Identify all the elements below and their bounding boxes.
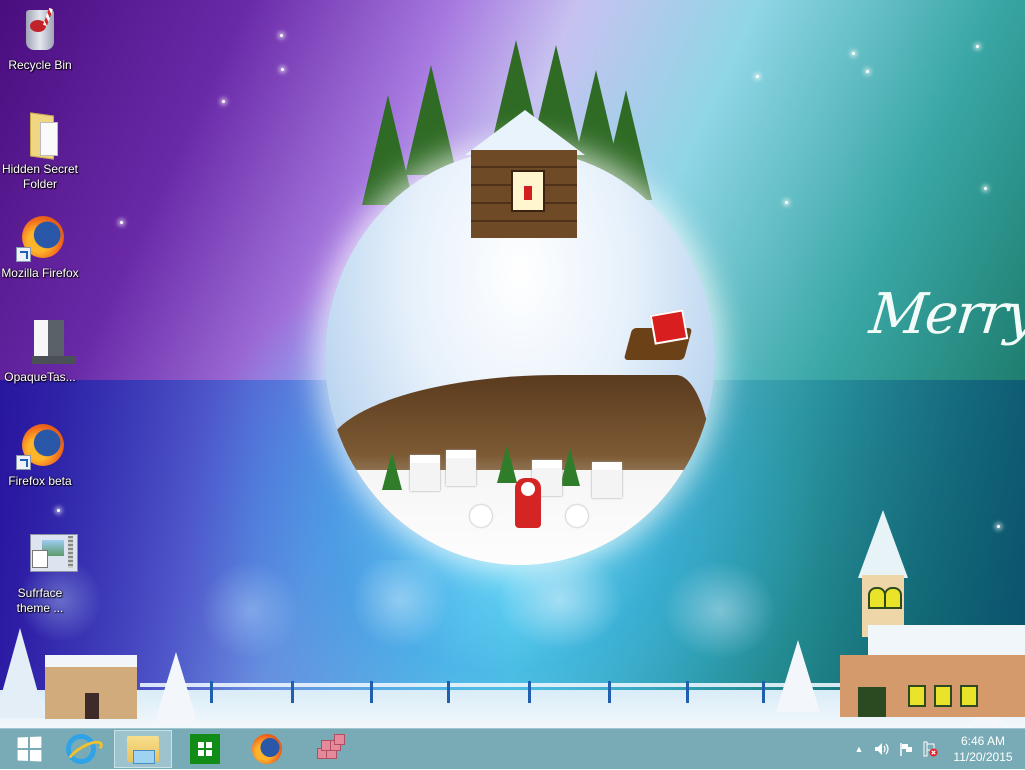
desktop-icon-firefox-beta[interactable]: Firefox beta (0, 422, 80, 489)
shortcut-arrow-icon (16, 247, 31, 262)
clock[interactable]: 6:46 AM 11/20/2015 (944, 733, 1022, 765)
taskbar-application[interactable] (300, 730, 358, 768)
windows-logo-icon (17, 736, 42, 762)
taskbar-file-explorer[interactable] (114, 730, 172, 768)
fence-post (291, 681, 294, 703)
fence-post (608, 681, 611, 703)
wallpaper-star (976, 45, 979, 48)
desktop-icon-hidden-secret-folder[interactable]: Hidden Secret Folder (0, 110, 80, 192)
wallpaper-star (866, 70, 869, 73)
fence-post (370, 681, 373, 703)
folder-icon (16, 110, 64, 160)
firefox-icon (16, 214, 64, 262)
santa-face (521, 482, 535, 496)
volume-icon (875, 743, 889, 755)
desktop-icon-label: Sufrface theme ... (16, 586, 64, 615)
house-door (85, 693, 99, 719)
church-door (858, 687, 886, 717)
wallpaper-star (280, 34, 283, 37)
network-disconnected-icon (923, 741, 938, 757)
desktop-icon-label: Recycle Bin (8, 58, 72, 72)
volume-button[interactable] (872, 729, 892, 769)
desktop-icon-label: Mozilla Firefox (1, 266, 79, 280)
wallpaper-pine-tree (405, 65, 457, 175)
wallpaper-star (120, 221, 123, 224)
globe-christmas-tree (560, 448, 580, 486)
globe-snowman (566, 505, 588, 527)
church-window (960, 685, 978, 707)
pink-cubes-icon (315, 734, 345, 762)
desktop-icon-mozilla-firefox[interactable]: Mozilla Firefox (0, 214, 80, 281)
fence-post (762, 681, 765, 703)
wallpaper-church-spire (858, 510, 908, 578)
wallpaper-star (997, 525, 1000, 528)
taskbar-firefox[interactable] (238, 730, 296, 768)
wallpaper-star (852, 52, 855, 55)
taskbar-store[interactable] (176, 730, 234, 768)
globe-house (446, 450, 476, 486)
wallpaper-church (840, 655, 1025, 717)
fence-post (528, 681, 531, 703)
taskbar-internet-explorer[interactable] (52, 730, 110, 768)
globe-house (592, 462, 622, 498)
desktop-icon-surface-theme[interactable]: Sufrface theme ... (0, 534, 80, 616)
network-button[interactable] (920, 729, 940, 769)
wallpaper-star (756, 75, 759, 78)
recycle-bin-icon (16, 6, 64, 54)
taskbar: ▲ 6:46 AM 11/20/2015 (0, 728, 1025, 769)
globe-christmas-tree (382, 452, 402, 490)
clock-time: 6:46 AM (960, 734, 1006, 748)
wallpaper-gift (649, 309, 689, 345)
church-window (884, 587, 902, 609)
cabin-window (511, 170, 545, 212)
wallpaper-star (281, 68, 284, 71)
globe-christmas-tree (497, 445, 517, 483)
clock-date: 11/20/2015 (953, 750, 1013, 764)
fence-post (447, 681, 450, 703)
chevron-up-icon: ▲ (854, 744, 864, 754)
wallpaper-star (785, 201, 788, 204)
cabin-roof (465, 110, 585, 155)
opaque-taskbar-app-icon (16, 318, 76, 366)
show-hidden-icons-button[interactable]: ▲ (852, 729, 866, 769)
desktop[interactable]: Merry Recycle Bin Hidden Secret Folder M… (0, 0, 1025, 768)
cabin-body (471, 150, 577, 238)
fence-post (210, 681, 213, 703)
wallpaper-star (984, 187, 987, 190)
theme-pack-icon (16, 534, 78, 582)
wallpaper-star (57, 509, 60, 512)
desktop-icon-label: OpaqueTas... (4, 370, 76, 384)
globe-santa (515, 478, 541, 528)
desktop-icon-label: Firefox beta (8, 474, 72, 488)
church-window (908, 685, 926, 707)
wallpaper-fence (140, 683, 860, 699)
globe-house (410, 455, 440, 491)
wallpaper-cabin (465, 110, 585, 238)
internet-explorer-icon (66, 734, 96, 764)
wallpaper-star (222, 100, 225, 103)
globe-snowman (470, 505, 492, 527)
wallpaper-snow-tree (0, 628, 45, 718)
wallpaper-christmas-tree (154, 652, 198, 724)
candle (524, 186, 532, 200)
desktop-icon-label: Hidden Secret Folder (1, 162, 79, 191)
start-button[interactable] (0, 730, 58, 768)
store-icon (190, 734, 220, 764)
wallpaper-christmas-tree (776, 640, 820, 712)
shortcut-arrow-icon (16, 455, 31, 470)
fence-post (686, 681, 689, 703)
action-center-button[interactable] (896, 729, 916, 769)
church-window (934, 685, 952, 707)
desktop-icon-opaque-taskbar[interactable]: OpaqueTas... (0, 318, 80, 385)
file-explorer-icon (127, 736, 159, 764)
wallpaper-church-roof (868, 625, 1025, 655)
firefox-icon (252, 734, 282, 764)
wallpaper-greeting: Merry (866, 282, 1025, 347)
desktop-icon-recycle-bin[interactable]: Recycle Bin (0, 6, 80, 73)
firefox-icon (16, 422, 64, 470)
flag-icon (900, 743, 912, 756)
wallpaper-house (45, 655, 137, 719)
